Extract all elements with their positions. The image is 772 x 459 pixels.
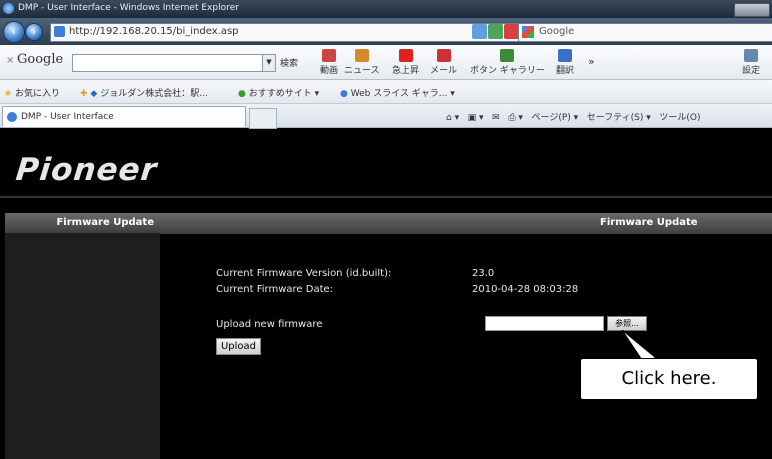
print-icon[interactable]: ⎙ ▾ xyxy=(508,113,523,123)
translate-icon xyxy=(558,49,572,62)
toolbar-video[interactable]: 動画 xyxy=(320,49,338,76)
page-menu[interactable]: ページ(P) ▾ xyxy=(532,113,579,123)
favorites-bar: ★ お気に入り ✚ ◆ ジョルダン株式会社：駅... ● おすすめサイト ▾ ●… xyxy=(0,80,772,104)
suggested-sites-icon: ● xyxy=(238,89,246,99)
trending-icon xyxy=(398,49,413,62)
add-favorite-icon: ✚ xyxy=(80,89,88,99)
tab-bar: DMP - User Interface ⌂ ▾ ▣ ▾ ✉ ⎙ ▾ ページ(P… xyxy=(0,104,772,129)
header-divider xyxy=(0,196,772,198)
tools-menu[interactable]: ツール(O) xyxy=(659,113,700,123)
mail-icon xyxy=(436,49,451,62)
toolbar-button-gallery[interactable]: ボタン ギャラリー xyxy=(470,49,545,76)
toolbar-settings[interactable]: 設定 xyxy=(742,49,760,76)
home-icon[interactable]: ⌂ ▾ xyxy=(446,113,459,123)
sidebar xyxy=(5,213,160,459)
gallery-icon xyxy=(500,49,515,62)
toolbar-trending[interactable]: 急上昇 xyxy=(392,49,419,76)
feeds-icon[interactable]: ▣ ▾ xyxy=(468,113,484,123)
search-box[interactable]: Google xyxy=(518,23,772,42)
address-url: http://192.168.20.15/bi_index.asp xyxy=(69,26,239,37)
news-icon xyxy=(354,49,369,62)
back-button[interactable]: ‹ xyxy=(3,21,25,43)
close-toolbar-icon[interactable]: × xyxy=(6,55,14,66)
firmware-file-input[interactable] xyxy=(485,316,604,331)
toolbar-news[interactable]: ニュース xyxy=(344,49,380,76)
google-icon xyxy=(522,26,534,38)
favorites-item-webslice[interactable]: ● Web スライス ギャラ... ▾ xyxy=(340,86,455,99)
stop-icon[interactable] xyxy=(504,24,519,39)
compat-view-icon[interactable] xyxy=(472,24,487,39)
favorites-button[interactable]: ★ お気に入り xyxy=(4,86,60,99)
upload-button[interactable]: Upload xyxy=(216,338,261,355)
forward-button[interactable]: › xyxy=(25,23,43,41)
search-label: 検索 xyxy=(280,59,299,69)
ie-tab-icon xyxy=(7,112,17,122)
chevron-down-icon[interactable]: ▼ xyxy=(262,54,276,72)
google-search-button[interactable]: 検索 xyxy=(280,56,298,69)
google-logo: Google xyxy=(17,52,64,67)
video-icon xyxy=(322,49,336,62)
toolbar-translate[interactable]: 翻訳 xyxy=(556,49,574,76)
star-icon: ★ xyxy=(4,89,13,99)
address-row: ‹ › http://192.168.20.15/bi_index.asp Go… xyxy=(0,18,772,45)
toolbar-mail[interactable]: メール xyxy=(430,49,457,76)
tab-dmp-user-interface[interactable]: DMP - User Interface xyxy=(2,106,246,127)
page-title: Firmware Update xyxy=(600,217,698,228)
browse-button[interactable]: 参照... xyxy=(607,316,647,331)
upload-firmware-label: Upload new firmware xyxy=(216,319,323,330)
wrench-icon xyxy=(744,49,758,62)
tab-label: DMP - User Interface xyxy=(21,112,114,122)
safety-menu[interactable]: セーフティ(S) ▾ xyxy=(587,113,651,123)
sidebar-item-firmware-update[interactable]: Firmware Update xyxy=(5,213,160,234)
command-bar: ⌂ ▾ ▣ ▾ ✉ ⎙ ▾ ページ(P) ▾ セーフティ(S) ▾ ツール(O) xyxy=(446,110,701,123)
refresh-icon[interactable] xyxy=(488,24,503,39)
page-title-bar: Firmware Update xyxy=(160,213,772,234)
current-date-label: Current Firmware Date: xyxy=(216,284,334,295)
mail-read-icon[interactable]: ✉ xyxy=(492,113,500,123)
google-toolbar: × Google ▼ 検索 動画 ニュース 急上昇 メール ボタン ギャラリー … xyxy=(0,45,772,80)
toolbar-more[interactable]: » xyxy=(588,55,595,68)
pioneer-logo: Pioneer xyxy=(14,152,159,188)
google-search-input[interactable] xyxy=(72,54,264,72)
new-tab-button[interactable] xyxy=(249,108,277,129)
current-date-value: 2010-04-28 08:03:28 xyxy=(472,284,579,295)
current-version-label: Current Firmware Version (id.built): xyxy=(216,268,392,279)
favorites-item-suggested[interactable]: ● おすすめサイト ▾ xyxy=(238,86,319,99)
window-title: DMP - User Interface - Windows Internet … xyxy=(18,3,239,13)
callout-click-here: Click here. xyxy=(580,358,758,400)
address-bar[interactable]: http://192.168.20.15/bi_index.asp xyxy=(50,23,533,42)
search-provider-label: Google xyxy=(539,26,575,37)
ie-app-icon xyxy=(3,3,14,14)
window-title-bar: DMP - User Interface - Windows Internet … xyxy=(0,0,772,18)
favorites-item-jorudan[interactable]: ✚ ◆ ジョルダン株式会社：駅... xyxy=(80,86,208,99)
jorudan-icon: ◆ xyxy=(90,89,98,99)
webslice-icon: ● xyxy=(340,89,348,99)
window-controls[interactable] xyxy=(734,3,770,17)
current-version-value: 23.0 xyxy=(472,268,495,279)
page-icon xyxy=(54,26,65,37)
